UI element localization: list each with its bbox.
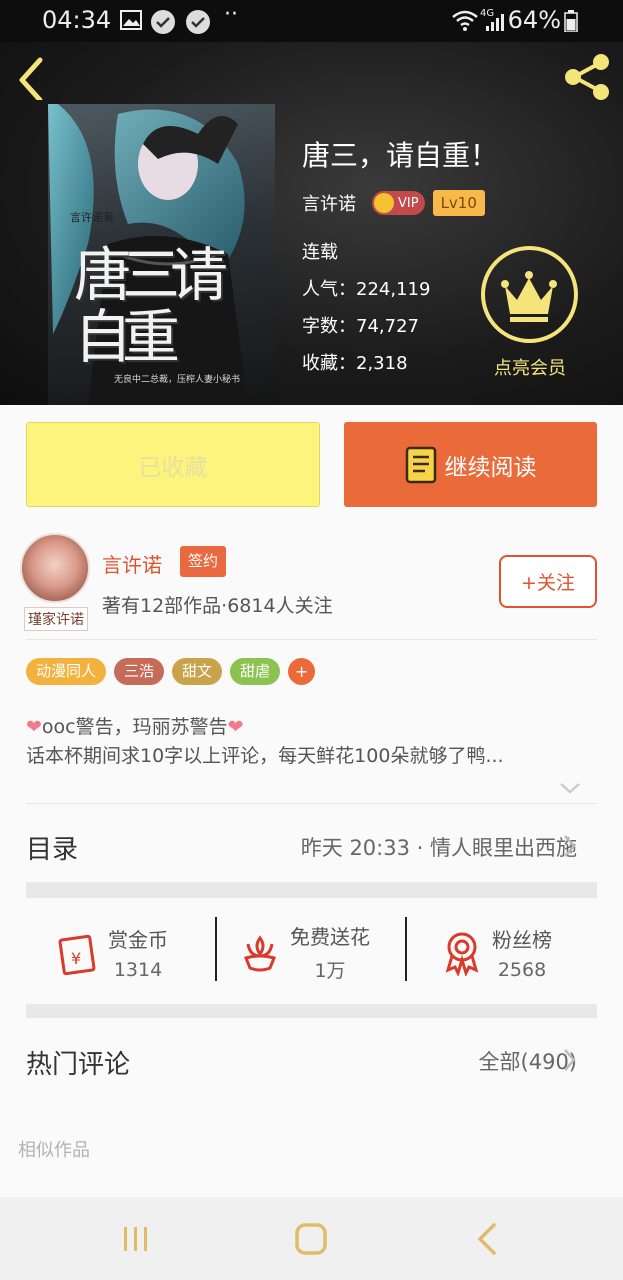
share-icon — [565, 54, 609, 100]
author-avatar[interactable] — [20, 533, 90, 603]
crown-icon — [501, 271, 557, 322]
author-name[interactable]: 言许诺 — [302, 190, 356, 216]
cover-tagline: 无良中二总裁，压榨人妻小秘书 — [114, 375, 241, 385]
status-bar: 04:34 ·· 4G 64% — [0, 0, 623, 42]
flowers-label: 免费送花 — [290, 925, 370, 949]
tag-item[interactable]: 甜虐 — [230, 658, 281, 685]
fan-ranking[interactable]: 粉丝榜 2568 — [438, 912, 552, 992]
popularity-count: 人气：224,119 — [302, 279, 431, 300]
continue-reading-button[interactable]: 继续阅读 — [344, 422, 597, 507]
level-badge: Lv10 — [432, 190, 485, 216]
back-nav-button[interactable] — [456, 1215, 516, 1263]
tag-item[interactable]: 动漫同人 — [26, 658, 107, 685]
medal-icon — [445, 932, 479, 976]
collected-button[interactable]: 已收藏 — [26, 422, 320, 507]
word-count: 字数：74,727 — [302, 316, 419, 337]
status-time: 04:34 — [42, 6, 112, 34]
book-title: 唐三，请自重！ — [302, 139, 499, 172]
description-line-1: ❤ooc警告，玛丽苏警告❤ — [26, 713, 601, 742]
description-line-1-text: ooc警告，玛丽苏警告 — [41, 716, 228, 738]
free-flowers[interactable]: 免费送花 1万 — [236, 912, 370, 992]
reward-coins[interactable]: ¥ 赏金币 1314 — [54, 912, 168, 992]
signed-badge: 签约 — [180, 546, 227, 577]
reward-value: 1314 — [113, 958, 163, 981]
battery-icon — [564, 10, 578, 32]
catalog-latest-chapter[interactable]: 昨天 20:33 · 情人眼里出西施 — [301, 832, 577, 862]
fans-value: 2568 — [497, 958, 547, 981]
svg-text:¥: ¥ — [71, 949, 81, 968]
similar-works-title: 相似作品 — [18, 1140, 90, 1161]
vip-badge: VIP — [372, 191, 425, 215]
catalog-title[interactable]: 目录 — [26, 829, 78, 866]
member-label[interactable]: 点亮会员 — [474, 354, 586, 380]
back-button[interactable] — [10, 52, 54, 103]
book-description[interactable]: ❤ooc警告，玛丽苏警告❤ 话本杯期间求10字以上评论，每天鲜花100朵就够了鸭… — [26, 713, 601, 771]
share-button[interactable] — [560, 52, 616, 102]
favorite-count: 收藏：2,318 — [302, 353, 408, 374]
wifi-icon — [452, 10, 478, 31]
more-tags-button[interactable]: + — [288, 658, 316, 685]
recent-apps-button[interactable] — [106, 1215, 166, 1263]
gallery-icon — [120, 10, 142, 30]
vip-crown-icon — [374, 193, 394, 213]
author-stats: 著有12部作品·6814人关注 — [102, 595, 333, 617]
signal-icon — [486, 14, 504, 31]
stat-separator — [405, 917, 407, 981]
cover-title-art: 唐三请自重 — [74, 241, 228, 371]
author-card-name[interactable]: 言许诺 — [102, 549, 162, 578]
divider — [26, 803, 597, 804]
expand-chevron-icon[interactable] — [558, 781, 582, 795]
red-envelope-icon: ¥ — [58, 934, 96, 976]
chevron-right-icon — [564, 835, 576, 857]
home-icon — [295, 1223, 327, 1255]
section-separator — [26, 882, 597, 898]
chevron-right-icon — [564, 1049, 576, 1071]
book-icon — [405, 446, 436, 483]
tag-item[interactable]: 三浩 — [114, 658, 165, 685]
description-line-2: 话本杯期间求10字以上评论，每天鲜花100朵就够了鸭... — [26, 745, 504, 767]
back-nav-icon — [477, 1223, 496, 1255]
system-nav-bar — [0, 1197, 623, 1280]
divider — [26, 639, 597, 640]
app-notification-icon-2 — [186, 10, 210, 34]
cover-author-line: 言许诺著 — [70, 211, 114, 224]
tag-list: 动漫同人 三浩 甜文 甜虐 + — [26, 658, 316, 685]
flower-icon — [243, 935, 277, 972]
book-detail-content: 已收藏 继续阅读 瑾家许诺 言许诺 签约 著有12部作品·6814人关注 +关注… — [0, 405, 623, 1197]
section-separator — [26, 1004, 597, 1018]
fans-label: 粉丝榜 — [492, 927, 552, 952]
serial-status: 连载 — [302, 242, 338, 263]
member-crown-button[interactable] — [481, 246, 578, 343]
reward-label: 赏金币 — [108, 927, 168, 952]
app-notification-icon — [151, 10, 175, 34]
flowers-value: 1万 — [314, 960, 346, 982]
book-header: 言许诺著 唐三请自重 无良中二总裁，压榨人妻小秘书 唐三，请自重！ 言许诺 VI… — [0, 42, 623, 405]
follow-button[interactable]: +关注 — [499, 555, 597, 608]
hot-comments-title: 热门评论 — [26, 1050, 131, 1080]
book-cover[interactable]: 言许诺著 唐三请自重 无良中二总裁，压榨人妻小秘书 — [48, 104, 275, 405]
continue-reading-label: 继续阅读 — [444, 454, 537, 481]
more-notifications-indicator: ·· — [224, 2, 238, 27]
recent-apps-icon — [124, 1227, 147, 1251]
heart-icon: ❤ — [227, 716, 244, 738]
heart-icon: ❤ — [26, 716, 42, 738]
stat-separator — [215, 917, 217, 981]
author-row: 言许诺 VIP Lv10 — [302, 190, 485, 216]
vip-label: VIP — [398, 195, 419, 211]
home-button[interactable] — [281, 1215, 341, 1263]
battery-percent: 64% — [507, 6, 561, 34]
tag-item[interactable]: 甜文 — [172, 658, 223, 685]
avatar-tag: 瑾家许诺 — [24, 607, 88, 631]
back-arrow-icon — [19, 57, 43, 103]
